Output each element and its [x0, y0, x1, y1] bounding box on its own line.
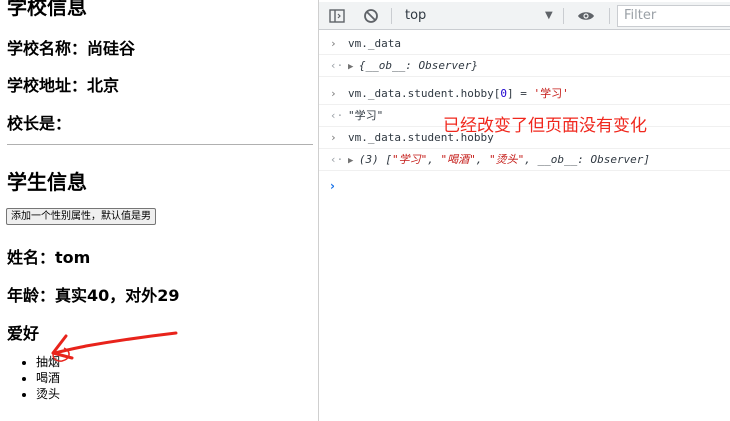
sidebar-toggle-icon[interactable]: [329, 2, 345, 30]
console-result[interactable]: ▶ (3) ["学习", "喝酒", "烫头", __ob__: Observe…: [348, 149, 650, 172]
console-prompt-icon[interactable]: ›: [330, 179, 335, 193]
chevron-down-icon[interactable]: ▼: [545, 2, 553, 30]
clear-console-icon[interactable]: [363, 2, 379, 30]
school-name-value: 尚硅谷: [87, 39, 136, 58]
toolbar-separator: [609, 8, 610, 24]
student-info-heading: 学生信息: [7, 170, 87, 194]
hobbies-list: 抽烟 喝酒 烫头: [22, 354, 60, 402]
add-gender-button[interactable]: 添加一个性别属性，默认值是男: [6, 208, 156, 225]
school-address-value: 北京: [87, 76, 120, 95]
expand-triangle-icon[interactable]: ▶: [348, 156, 359, 166]
school-info-heading: 学校信息: [7, 0, 87, 19]
toolbar-separator: [391, 8, 392, 24]
return-arrow-icon: ‹·: [330, 59, 344, 72]
hobbies-heading: 爱好: [7, 324, 40, 343]
console-input-line: › vm._data.student.hobby[0] = '学习': [319, 83, 730, 105]
console-output-line: ‹· ▶ (3) ["学习", "喝酒", "烫头", __ob__: Obse…: [319, 149, 730, 171]
context-selector[interactable]: top: [405, 2, 426, 30]
toolbar-separator: [563, 8, 564, 24]
chevron-right-icon: ›: [330, 87, 337, 100]
school-name-label: 学校名称：: [7, 39, 88, 58]
expand-triangle-icon[interactable]: ▶: [348, 62, 359, 72]
school-name-line: 学校名称：尚硅谷: [7, 35, 135, 59]
console-result: "学习": [348, 109, 384, 122]
hobby-item: 喝酒: [36, 370, 60, 386]
return-arrow-icon: ‹·: [330, 153, 344, 166]
filter-input[interactable]: Filter: [617, 5, 730, 27]
school-address-label: 学校地址：: [7, 76, 88, 95]
devtools-console-panel: top ▼ Filter › vm._data ‹· ▶ {__ob__: Ob…: [318, 0, 730, 421]
chevron-right-icon: ›: [330, 37, 337, 50]
student-age-line: 年龄：真实40，对外29: [7, 286, 180, 305]
annotation-text: 已经改变了但页面没有变化: [443, 116, 647, 136]
student-name-line: 姓名：tom: [7, 248, 91, 267]
principal-line: 校长是：: [7, 114, 72, 133]
divider: [7, 144, 313, 145]
console-input-line: › vm._data: [319, 33, 730, 55]
chevron-right-icon: ›: [330, 131, 337, 144]
hobby-item: 烫头: [36, 386, 60, 402]
eye-icon[interactable]: [577, 2, 595, 30]
console-command: vm._data: [348, 37, 401, 50]
hobby-item: 抽烟: [36, 354, 60, 370]
console-output-line: ‹· ▶ {__ob__: Observer}: [319, 55, 730, 77]
console-toolbar: top ▼ Filter: [319, 2, 730, 30]
school-address-line: 学校地址：北京: [7, 72, 119, 96]
console-result[interactable]: ▶ {__ob__: Observer}: [348, 55, 478, 78]
return-arrow-icon: ‹·: [330, 109, 344, 122]
console-command: vm._data.student.hobby[0] = '学习': [348, 87, 569, 100]
app-page: 学校信息 学校名称：尚硅谷 学校地址：北京 校长是： 学生信息 添加一个性别属性…: [0, 0, 318, 421]
